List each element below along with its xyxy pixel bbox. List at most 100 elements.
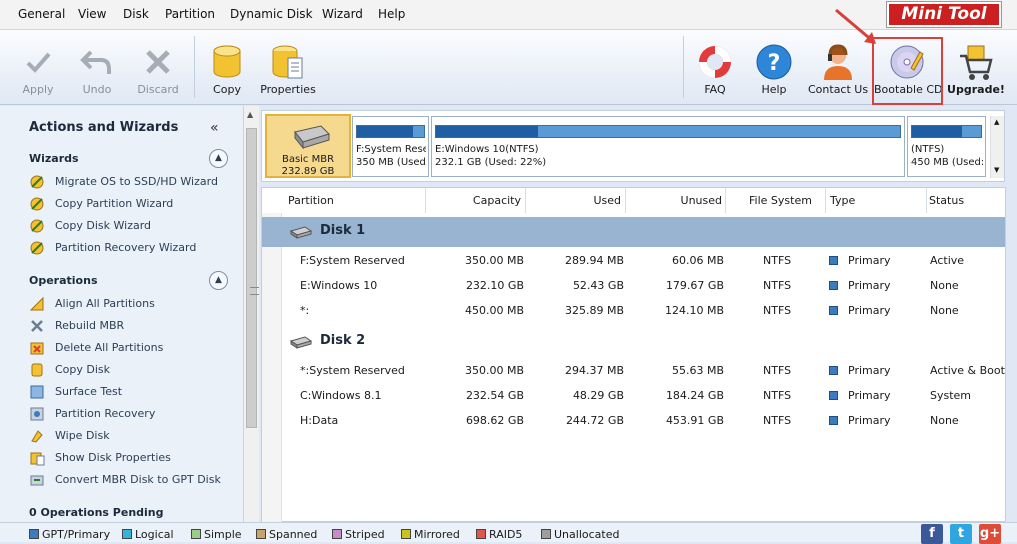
col-status[interactable]: Status	[927, 188, 1005, 213]
partition-table: Partition Capacity Used Unused File Syst…	[261, 187, 1006, 523]
discard-icon	[146, 50, 170, 74]
scrollbar-thumb[interactable]	[246, 128, 259, 428]
partition-name: (NTFS)	[911, 144, 945, 155]
usage-bar	[911, 125, 982, 138]
col-unused[interactable]: Unused	[626, 188, 726, 213]
googleplus-icon[interactable]: g+	[979, 524, 1001, 544]
check-icon	[26, 52, 51, 73]
apply-button[interactable]: Apply	[14, 30, 62, 104]
facebook-icon[interactable]: f	[921, 524, 943, 544]
red-arrow-icon	[835, 8, 876, 44]
menu-wizard[interactable]: Wizard	[322, 7, 363, 21]
sidebar-title: Actions and Wizards	[29, 120, 179, 135]
table-row[interactable]: *:System Reserved 350.00 MB 294.37 MB 55…	[262, 359, 1005, 384]
help-icon: ?	[756, 44, 792, 80]
usage-bar	[356, 125, 425, 138]
scroll-up-icon[interactable]: ▲	[247, 110, 253, 119]
primary-type-icon	[829, 306, 838, 315]
operations-pending: 0 Operations Pending	[29, 506, 164, 519]
legend-logical: Logical	[122, 528, 174, 541]
disk-1-row[interactable]: Disk 1	[262, 217, 1005, 247]
primary-type-icon	[829, 256, 838, 265]
partition-detail: 350 MB (Used:	[356, 157, 426, 168]
upgrade-button[interactable]: Upgrade!	[946, 30, 1006, 104]
undo-button[interactable]: Undo	[73, 30, 121, 104]
convert-icon	[30, 475, 44, 486]
partition-detail: 232.1 GB (Used: 22%)	[435, 157, 547, 168]
faq-button[interactable]: FAQ	[693, 30, 737, 104]
toolbar-separator	[194, 36, 195, 98]
table-row[interactable]: F:System Reserved 350.00 MB 289.94 MB 60…	[262, 249, 1005, 274]
legend-bar: GPT/Primary Logical Simple Spanned Strip…	[0, 522, 1017, 544]
disk-map-basic-mbr[interactable]: Basic MBR 232.89 GB	[265, 114, 351, 178]
disk-map-partition-e[interactable]: E:Windows 10(NTFS) 232.1 GB (Used: 22%)	[431, 116, 905, 177]
disk-type-label: Basic MBR	[281, 154, 335, 165]
legend-spanned: Spanned	[256, 528, 317, 541]
partition-name: F:System Rese	[356, 144, 426, 155]
table-header: Partition Capacity Used Unused File Syst…	[262, 188, 1005, 213]
disk-map: Basic MBR 232.89 GB F:System Rese 350 MB (…	[261, 110, 1005, 182]
menu-general[interactable]: General	[18, 7, 65, 21]
recovery-icon	[30, 407, 44, 421]
align-icon	[29, 296, 44, 311]
sidebar-scrollbar[interactable]: ▲	[243, 106, 259, 542]
lifebuoy-icon	[699, 46, 731, 78]
bootable-cd-highlight	[872, 37, 943, 105]
usage-bar	[435, 125, 901, 138]
collapse-operations-icon[interactable]: ▲	[209, 271, 228, 290]
undo-icon	[80, 50, 111, 74]
table-row[interactable]: H:Data 698.62 GB 244.72 GB 453.91 GB NTF…	[262, 409, 1005, 434]
disk-map-partition-ntfs[interactable]: (NTFS) 450 MB (Used:	[907, 116, 986, 177]
cart-icon	[960, 45, 993, 80]
collapse-wizards-icon[interactable]: ▲	[209, 149, 228, 168]
surface-test-icon	[30, 385, 44, 399]
disk-2-row[interactable]: Disk 2	[262, 327, 1005, 357]
disk-properties-icon	[30, 452, 45, 466]
toolbar-separator	[683, 36, 684, 98]
hard-disk-icon	[294, 125, 330, 150]
wizards-heading: Wizards	[29, 152, 79, 165]
wand-icon	[30, 219, 44, 233]
wand-icon	[30, 197, 44, 211]
legend-unallocated: Unallocated	[541, 528, 619, 541]
table-row[interactable]: C:Windows 8.1 232.54 GB 48.29 GB 184.24 …	[262, 384, 1005, 409]
table-row[interactable]: E:Windows 10 232.10 GB 52.43 GB 179.67 G…	[262, 274, 1005, 299]
table-row[interactable]: *: 450.00 MB 325.89 MB 124.10 MB NTFS Pr…	[262, 299, 1005, 324]
primary-type-icon	[829, 416, 838, 425]
svg-text:?: ?	[768, 51, 781, 76]
col-used[interactable]: Used	[526, 188, 626, 213]
disk-map-partition-f[interactable]: F:System Rese 350 MB (Used:	[352, 116, 429, 177]
disk-icon	[289, 336, 313, 349]
primary-type-icon	[829, 281, 838, 290]
col-file-system[interactable]: File System	[726, 188, 826, 213]
menu-partition[interactable]: Partition	[165, 7, 215, 21]
collapse-sidebar-icon[interactable]: «	[210, 120, 219, 136]
disk-size-label: 232.89 GB	[281, 166, 335, 177]
discard-button[interactable]: Discard	[133, 30, 183, 104]
col-capacity[interactable]: Capacity	[426, 188, 526, 213]
disk-map-scrollbar[interactable]: ▲ ▼	[990, 116, 1004, 178]
tools-icon	[31, 320, 43, 332]
col-partition[interactable]: Partition	[262, 188, 426, 213]
menu-help[interactable]: Help	[378, 7, 405, 21]
legend-raid5: RAID5	[476, 528, 522, 541]
menu-disk[interactable]: Disk	[123, 7, 149, 21]
wand-icon	[30, 241, 44, 255]
legend-gpt-primary: GPT/Primary	[29, 528, 110, 541]
sidebar: Actions and Wizards « Wizards ▲ Migrate …	[0, 106, 259, 542]
operations-heading: Operations	[29, 274, 98, 287]
primary-type-icon	[829, 366, 838, 375]
menu-view[interactable]: View	[78, 7, 106, 21]
disk-icon	[289, 226, 313, 239]
copy-disk-icon	[31, 363, 43, 377]
partition-detail: 450 MB (Used:	[911, 157, 983, 168]
col-type[interactable]: Type	[826, 188, 927, 213]
properties-icon	[272, 45, 303, 79]
help-button[interactable]: ? Help	[752, 30, 796, 104]
minitool-logo: Mini Tool	[886, 1, 1002, 28]
delete-icon	[30, 342, 44, 355]
menu-dynamic-disk[interactable]: Dynamic Disk	[230, 7, 313, 21]
properties-button[interactable]: Properties	[258, 30, 318, 104]
twitter-icon[interactable]: t	[950, 524, 972, 544]
copy-button[interactable]: Copy	[203, 30, 251, 104]
